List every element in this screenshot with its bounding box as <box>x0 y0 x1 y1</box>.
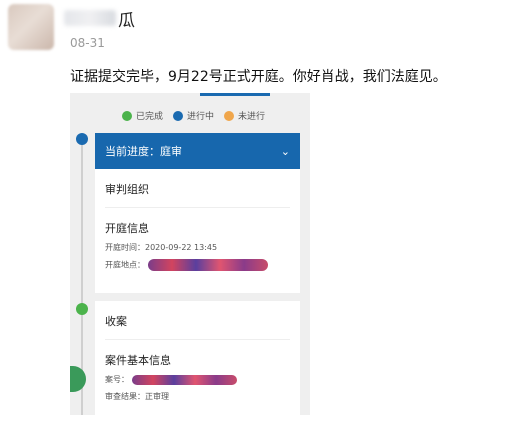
review-result-field: 审查结果：正审理 <box>95 385 300 402</box>
username-tail: 瓜 <box>118 11 135 31</box>
legend-item-completed: 已完成 <box>122 109 163 122</box>
embedded-screenshot[interactable]: 已完成 进行中 未进行 当前进度：庭审 ⌄ 审判组织 开庭信息 开庭时间：202… <box>70 93 310 415</box>
section-filing[interactable]: 收案 <box>95 301 300 329</box>
hearing-time-value: 2020-09-22 13:45 <box>145 243 218 252</box>
legend-label-in-progress: 进行中 <box>187 112 215 122</box>
status-legend: 已完成 进行中 未进行 <box>122 109 265 122</box>
tab-indicator <box>200 93 270 96</box>
redaction-scribble <box>147 259 268 271</box>
case-no-field: 案号： <box>95 368 300 385</box>
section-hearing[interactable]: 开庭信息 <box>95 208 300 236</box>
hearing-time-label: 开庭时间： <box>105 243 145 252</box>
legend-label-not-started: 未进行 <box>238 112 266 122</box>
timeline-node-current <box>76 133 88 145</box>
hearing-place-field: 开庭地点： <box>95 253 300 271</box>
avatar[interactable] <box>8 4 54 50</box>
current-stage-label: 当前进度：庭审 <box>105 145 182 158</box>
review-label: 审查结果： <box>105 392 145 401</box>
stage-card-filing: 收案 案件基本信息 案号： 审查结果：正审理 <box>95 301 300 415</box>
legend-item-in-progress: 进行中 <box>173 109 214 122</box>
timeline-node-done <box>76 303 88 315</box>
redaction-scribble <box>131 374 237 385</box>
hearing-place-label: 开庭地点： <box>105 260 145 270</box>
arrow-circle-icon <box>173 110 184 121</box>
chevron-down-icon[interactable]: ⌄ <box>281 145 290 158</box>
post-date: 08-31 <box>70 36 105 50</box>
section-trial-org[interactable]: 审判组织 <box>95 169 300 197</box>
post-text: 证据提交完毕，9月22号正式开庭。你好肖战，我们法庭见。 <box>70 69 447 85</box>
case-no-label: 案号： <box>105 375 129 384</box>
floating-action-button[interactable] <box>70 366 86 392</box>
legend-item-not-started: 未进行 <box>224 109 265 122</box>
section-case-info[interactable]: 案件基本信息 <box>95 340 300 368</box>
legend-label-completed: 已完成 <box>136 112 164 122</box>
username-blurred <box>64 10 116 26</box>
hearing-time-field: 开庭时间：2020-09-22 13:45 <box>95 236 300 253</box>
review-value: 正审理 <box>145 392 169 401</box>
x-circle-icon <box>224 110 235 121</box>
current-stage-bar[interactable]: 当前进度：庭审 ⌄ <box>95 133 300 169</box>
check-circle-icon <box>122 110 132 121</box>
stage-card-trial: 当前进度：庭审 ⌄ 审判组织 开庭信息 开庭时间：2020-09-22 13:4… <box>95 133 300 293</box>
